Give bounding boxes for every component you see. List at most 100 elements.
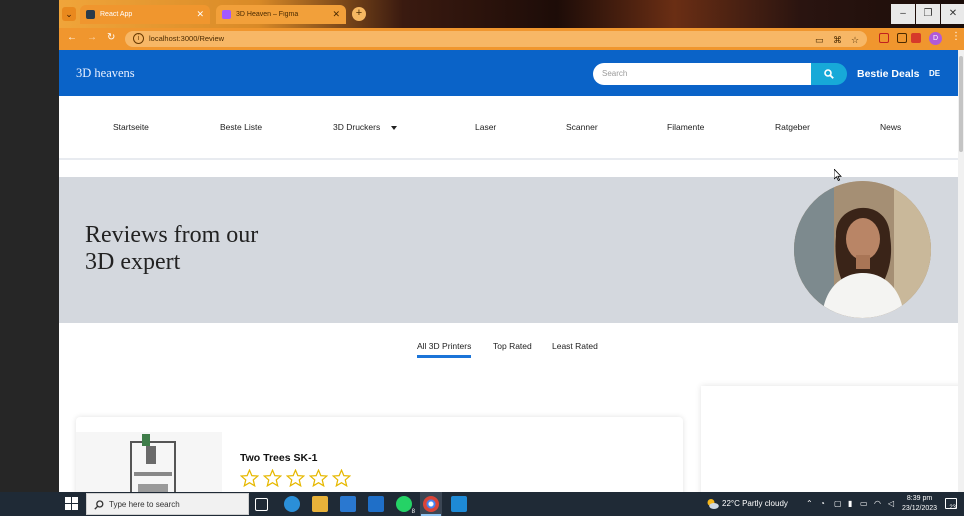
close-window-button[interactable]: ✕ <box>941 4 964 24</box>
browser-window: ⌄ React App ✕ 3D Heaven – Figma ✕ + – ❐ … <box>59 0 964 492</box>
bestie-deals-link[interactable]: Bestie Deals <box>857 68 919 80</box>
url-text: localhost:3000/Review <box>149 34 225 43</box>
chrome-icon[interactable] <box>423 496 439 512</box>
profile-avatar[interactable]: D <box>929 32 942 45</box>
extension-icon[interactable] <box>879 33 889 43</box>
url-field[interactable]: i localhost:3000/Review ▭ ⌘ ☆ <box>125 31 867 47</box>
close-tab-icon[interactable]: ✕ <box>196 9 204 20</box>
weather-partly-cloudy-icon <box>707 499 719 509</box>
scrollbar-thumb[interactable] <box>959 56 963 152</box>
system-clock[interactable]: 8:39 pm 23/12/2023 <box>902 494 937 514</box>
weather-text[interactable]: 22°C Partly cloudy <box>722 499 788 508</box>
nav-item-laser[interactable]: Laser <box>475 122 496 132</box>
search-button[interactable] <box>811 63 847 85</box>
web-page: 3D heavens Search Bestie Deals DE Starts… <box>59 50 964 492</box>
star-rating[interactable] <box>240 469 351 487</box>
tray-chevron-up-icon[interactable]: ⌃ <box>806 499 813 508</box>
maximize-button[interactable]: ❐ <box>916 4 940 24</box>
product-image <box>76 432 222 492</box>
windows-start-icon[interactable] <box>65 497 78 510</box>
search-icon <box>824 69 834 79</box>
taskbar-search-placeholder: Type here to search <box>109 500 180 509</box>
edge-icon[interactable] <box>284 496 300 512</box>
tab-search-icon[interactable]: ⌄ <box>62 7 76 21</box>
star-icon[interactable] <box>332 469 351 487</box>
star-icon[interactable] <box>309 469 328 487</box>
tab-least-rated[interactable]: Least Rated <box>552 341 598 351</box>
figma-favicon-icon <box>222 10 231 19</box>
reload-icon[interactable]: ↻ <box>107 32 115 43</box>
search-input[interactable]: Search <box>593 63 812 85</box>
sidebar-card <box>701 386 964 492</box>
file-explorer-icon[interactable] <box>312 496 328 512</box>
tray-app-icon[interactable]: ▮ <box>848 499 852 508</box>
mail-icon[interactable] <box>368 496 384 512</box>
reading-list-icon[interactable] <box>897 33 907 43</box>
star-icon[interactable] <box>286 469 305 487</box>
nav-item-beste-liste[interactable]: Beste Liste <box>220 122 262 132</box>
site-logo[interactable]: 3D heavens <box>76 66 135 81</box>
vscode-icon[interactable] <box>451 496 467 512</box>
site-header: 3D heavens Search Bestie Deals DE <box>59 50 958 96</box>
clock-time: 8:39 pm <box>906 495 933 502</box>
nav-item-startseite[interactable]: Startseite <box>113 122 149 132</box>
tab-react-app[interactable]: React App ✕ <box>80 5 210 24</box>
hero-title-line: 3D expert <box>85 249 181 275</box>
whatsapp-badge: 8 <box>411 509 415 515</box>
tray-app-icon[interactable]: ◔ <box>820 499 825 508</box>
tab-label: 3D Heaven – Figma <box>236 11 299 18</box>
hero-title-line: Reviews from our <box>85 222 259 248</box>
network-icon[interactable]: ▭ <box>860 499 868 508</box>
translate-icon[interactable]: ⌘ <box>833 35 842 46</box>
clock-date: 23/12/2023 <box>902 505 938 512</box>
star-icon[interactable] <box>263 469 282 487</box>
main-nav: Startseite Beste Liste 3D Druckers Laser… <box>59 96 958 160</box>
expert-portrait-image <box>794 181 931 318</box>
windows-taskbar: Type here to search 8 22°C Partly cloudy… <box>0 492 964 516</box>
tab-strip: ⌄ React App ✕ 3D Heaven – Figma ✕ + – ❐ … <box>59 0 964 28</box>
notifications-icon[interactable]: 23 <box>945 498 957 511</box>
product-name[interactable]: Two Trees SK-1 <box>240 452 317 464</box>
nav-item-ratgeber[interactable]: Ratgeber <box>775 122 810 132</box>
volume-icon[interactable]: ◁ <box>888 499 894 508</box>
minimize-button[interactable]: – <box>891 4 915 24</box>
nav-item-label: 3D Druckers <box>333 122 381 132</box>
sidepanel-icon[interactable] <box>911 33 921 43</box>
store-icon[interactable] <box>340 496 356 512</box>
tab-all-3d-printers[interactable]: All 3D Printers <box>417 341 472 358</box>
notification-count: 23 <box>949 505 956 511</box>
address-bar-row: ← → ↻ i localhost:3000/Review ▭ ⌘ ☆ D ⋮ <box>59 28 964 50</box>
taskbar-search-input[interactable]: Type here to search <box>86 493 249 515</box>
bookmark-star-icon[interactable]: ☆ <box>851 35 859 46</box>
nav-item-3d-druckers[interactable]: 3D Druckers <box>333 122 398 132</box>
hero-title: Reviews from our 3D expert <box>85 222 325 276</box>
chevron-down-icon <box>391 125 398 130</box>
search-icon <box>94 500 104 510</box>
close-tab-icon[interactable]: ✕ <box>332 9 340 20</box>
mouse-cursor-icon <box>834 169 842 181</box>
browser-menu-icon[interactable]: ⋮ <box>951 31 961 42</box>
tab-top-rated[interactable]: Top Rated <box>493 341 532 351</box>
cast-icon[interactable]: ▭ <box>815 35 824 46</box>
screen: ⌄ React App ✕ 3D Heaven – Figma ✕ + – ❐ … <box>0 0 964 516</box>
nav-item-scanner[interactable]: Scanner <box>566 122 598 132</box>
wifi-icon[interactable]: ◠ <box>874 499 881 508</box>
tab-label: React App <box>100 11 133 18</box>
task-view-icon[interactable] <box>255 498 268 511</box>
nav-item-news[interactable]: News <box>880 122 901 132</box>
tray-app-icon[interactable]: ▢ <box>834 499 842 508</box>
react-favicon-icon <box>86 10 95 19</box>
product-card[interactable]: Two Trees SK-1 <box>76 417 683 492</box>
new-tab-button[interactable]: + <box>352 7 366 21</box>
whatsapp-icon[interactable]: 8 <box>396 496 415 515</box>
expert-photo <box>794 181 931 318</box>
language-switch[interactable]: DE <box>929 69 940 78</box>
back-icon[interactable]: ← <box>67 32 77 43</box>
star-icon[interactable] <box>240 469 259 487</box>
printer-image <box>130 434 176 492</box>
forward-icon[interactable]: → <box>87 32 97 43</box>
nav-item-filamente[interactable]: Filamente <box>667 122 704 132</box>
tab-figma[interactable]: 3D Heaven – Figma ✕ <box>216 5 346 24</box>
desktop-background <box>0 0 59 492</box>
site-info-icon[interactable]: i <box>133 33 144 44</box>
